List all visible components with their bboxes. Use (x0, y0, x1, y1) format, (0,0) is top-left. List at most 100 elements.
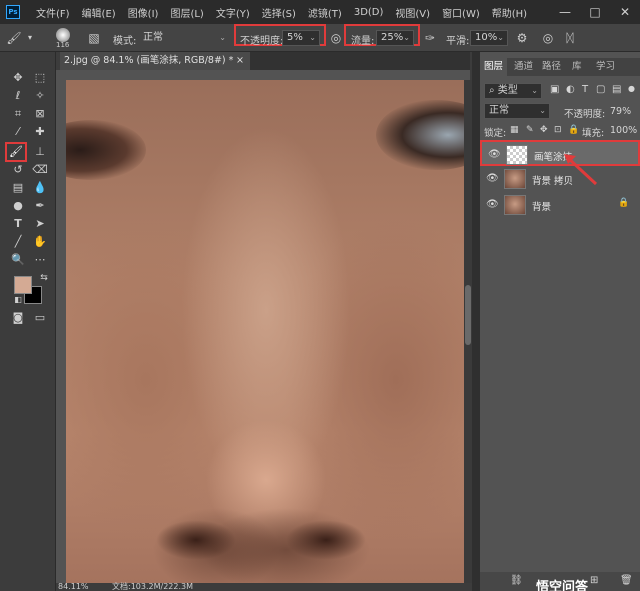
menu-edit[interactable]: 编辑(E) (82, 5, 116, 20)
watermark-text: 悟空问答 (536, 580, 589, 591)
blend-mode-select[interactable]: 正常 ⌄ (484, 103, 550, 119)
panel-tabs: 图层 通道 路径 库 学习 (480, 58, 640, 76)
filter-adjust-icon[interactable]: ◐ (566, 84, 575, 95)
brush-size-value: 116 (56, 41, 70, 49)
layer-row-background[interactable]: 👁 背景 🔒 (480, 192, 640, 218)
lock-icon: 🔒 (618, 198, 630, 208)
menu-type[interactable]: 文字(Y) (216, 5, 250, 20)
filter-pixel-icon[interactable]: ▣ (550, 84, 559, 95)
magic-wand-icon[interactable]: ✧ (32, 88, 48, 104)
visibility-eye-icon[interactable]: 👁 (486, 173, 499, 184)
mode-select[interactable]: 正常 ⌄ (138, 30, 230, 46)
filter-type-icon[interactable]: T (582, 84, 588, 95)
type-tool-icon[interactable]: T (10, 216, 26, 232)
move-tool-icon[interactable]: ✥ (10, 70, 26, 86)
foreground-color-swatch[interactable] (14, 276, 32, 294)
menu-window[interactable]: 窗口(W) (442, 5, 480, 20)
layer-opacity-value[interactable]: 79% (610, 106, 631, 117)
tools-panel: ✥ ⬚ ℓ ✧ ⌗ ⊠ ⁄ ✚ 🖌 ⊥ ↺ ⌫ ▤ 💧 ● ✒ T ➤ ╱ ✋ … (0, 52, 56, 591)
tab-paths[interactable]: 路径 (542, 58, 561, 76)
ruler-vertical (56, 70, 66, 583)
document-size: 文档:103.2M/222.3M (112, 582, 193, 591)
window-controls: — □ ✕ (550, 0, 640, 24)
line-tool-icon[interactable]: ╱ (10, 234, 26, 250)
menu-file[interactable]: 文件(F) (36, 5, 70, 20)
filter-toggle-icon[interactable]: ● (628, 84, 635, 93)
tab-libraries[interactable]: 库 (572, 58, 582, 76)
menu-layer[interactable]: 图层(L) (170, 5, 203, 20)
canvas-image[interactable] (66, 80, 464, 583)
minimize-button[interactable]: — (550, 5, 580, 19)
layer-filter-select[interactable]: ⌕ 类型 ⌄ (484, 83, 542, 99)
marquee-tool-icon[interactable]: ⬚ (32, 70, 48, 86)
clone-stamp-icon[interactable]: ⊥ (32, 144, 48, 160)
zoom-level[interactable]: 84.11% (58, 583, 89, 591)
flow-input[interactable]: 25% ⌄ (376, 30, 414, 46)
brush-tool-icon[interactable]: 🖌 (6, 30, 22, 46)
dodge-tool-icon[interactable]: ● (10, 198, 26, 214)
chevron-down-icon[interactable]: ▾ (22, 30, 38, 46)
visibility-eye-icon[interactable]: 👁 (488, 149, 501, 160)
brush-preset-icon[interactable] (56, 28, 70, 42)
fill-value[interactable]: 100% (610, 125, 637, 136)
pen-tool-icon[interactable]: ✒ (32, 198, 48, 214)
tab-channels[interactable]: 通道 (514, 58, 533, 76)
pressure-size-icon[interactable]: ◎ (540, 30, 556, 46)
delete-layer-icon[interactable]: 🗑 (620, 575, 633, 586)
airbrush-icon[interactable]: ✑ (422, 30, 438, 46)
menu-help[interactable]: 帮助(H) (492, 5, 527, 20)
flow-label: 流量: (351, 36, 375, 47)
brush-tool-icon[interactable]: 🖌 (8, 144, 24, 160)
maximize-button[interactable]: □ (580, 5, 610, 19)
menu-filter[interactable]: 滤镜(T) (308, 5, 342, 20)
default-colors-icon[interactable]: ◧ (10, 292, 26, 308)
quick-mask-icon[interactable]: ◙ (10, 310, 26, 326)
left-eye (66, 120, 146, 180)
left-nostril (156, 520, 236, 560)
crop-tool-icon[interactable]: ⌗ (10, 106, 26, 122)
filter-smart-icon[interactable]: ▤ (612, 84, 621, 95)
zoom-tool-icon[interactable]: 🔍 (10, 252, 26, 268)
tab-learn[interactable]: 学习 (596, 58, 615, 76)
lasso-tool-icon[interactable]: ℓ (10, 88, 26, 104)
eraser-icon[interactable]: ⌫ (32, 162, 48, 178)
gradient-tool-icon[interactable]: ▤ (10, 180, 26, 196)
layer-opacity-label: 不透明度: (564, 109, 606, 120)
lock-all-icon[interactable]: 🔒 (568, 125, 579, 135)
lock-image-icon[interactable]: ✎ (526, 125, 534, 135)
path-select-icon[interactable]: ➤ (32, 216, 48, 232)
new-layer-icon[interactable]: ⊞ (590, 575, 598, 586)
panel-icon-strip (472, 52, 480, 591)
lock-transparent-icon[interactable]: ▦ (510, 125, 519, 135)
pressure-opacity-icon[interactable]: ◎ (328, 30, 344, 46)
link-layers-icon[interactable]: ⛓ (510, 575, 523, 586)
canvas-scroll-thumb[interactable] (465, 285, 471, 345)
symmetry-icon[interactable]: ᛞ (562, 30, 578, 46)
close-button[interactable]: ✕ (610, 5, 640, 19)
menu-view[interactable]: 视图(V) (395, 5, 430, 20)
history-brush-icon[interactable]: ↺ (10, 162, 26, 178)
brush-settings-icon[interactable]: ▧ (86, 30, 102, 46)
screen-mode-icon[interactable]: ▭ (32, 310, 48, 326)
swap-colors-icon[interactable]: ⇆ (36, 270, 52, 286)
document-tab[interactable]: 2.jpg @ 84.1% (画笔涂抹, RGB/8#) * × (60, 52, 250, 70)
hand-tool-icon[interactable]: ✋ (32, 234, 48, 250)
frame-tool-icon[interactable]: ⊠ (32, 106, 48, 122)
filter-shape-icon[interactable]: ▢ (596, 84, 605, 95)
more-tools-icon[interactable]: ⋯ (32, 252, 48, 268)
eyedropper-icon[interactable]: ⁄ (10, 124, 26, 140)
menu-image[interactable]: 图像(I) (128, 5, 159, 20)
lock-artboard-icon[interactable]: ⊡ (554, 125, 562, 135)
visibility-eye-icon[interactable]: 👁 (486, 199, 499, 210)
smoothing-input[interactable]: 10% ⌄ (470, 30, 508, 46)
lock-position-icon[interactable]: ✥ (540, 125, 548, 135)
blur-tool-icon[interactable]: 💧 (32, 180, 48, 196)
document-tab-close[interactable]: × (236, 52, 244, 70)
tab-layers[interactable]: 图层 (480, 58, 508, 76)
smoothing-label: 平滑: (446, 36, 470, 47)
healing-brush-icon[interactable]: ✚ (32, 124, 48, 140)
menu-3d[interactable]: 3D(D) (354, 7, 384, 18)
menu-select[interactable]: 选择(S) (262, 5, 296, 20)
gear-icon[interactable]: ⚙ (514, 30, 530, 46)
opacity-input[interactable]: 5% ⌄ (282, 30, 320, 46)
